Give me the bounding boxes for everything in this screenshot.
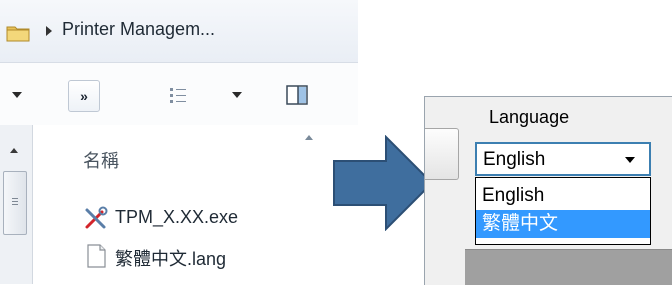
grip-line [12,204,18,205]
file-list: 名稱 TPM_X.XX.exe 繁體中文.lang [33,125,358,284]
side-button[interactable] [425,128,459,180]
content-panel [465,249,672,285]
chevron-down-icon[interactable] [625,157,635,163]
scrollbar-thumb[interactable] [3,171,27,235]
column-header-name[interactable]: 名稱 [83,147,119,173]
language-dialog: Language English English 繁體中文 [424,96,672,285]
language-select[interactable]: English [475,142,651,176]
navigation-scrollbar[interactable] [0,125,33,284]
language-label: Language [489,107,570,127]
breadcrumb-arrow-icon[interactable] [46,26,52,36]
scroll-up-icon[interactable] [10,148,18,153]
tools-exe-icon [85,206,108,229]
grip-line [12,198,18,199]
view-details-icon[interactable] [168,86,190,106]
file-name[interactable]: 繁體中文.lang [115,245,226,271]
folder-icon [6,26,30,42]
language-select-value: English [483,149,546,170]
grip-line [12,201,18,202]
sort-ascending-icon [305,135,313,140]
document-icon [87,244,106,268]
more-commands-button[interactable]: » [68,80,100,112]
file-name[interactable]: TPM_X.XX.exe [115,207,238,228]
language-option-traditional-chinese[interactable]: 繁體中文 [476,210,650,238]
breadcrumb-current[interactable]: Printer Managem... [62,19,215,40]
language-option-english[interactable]: English [476,182,650,210]
address-bar[interactable]: Printer Managem... [0,0,358,63]
explorer-window: Printer Managem... » 名稱 TPM_X.XX.exe 繁體中… [0,0,358,284]
view-options-dropdown-icon[interactable] [232,92,242,98]
language-dropdown-list: English 繁體中文 [475,177,651,245]
toolbar: » [0,63,358,126]
right-arrow-icon [333,135,434,231]
preview-pane-icon[interactable] [286,85,308,105]
dropdown-arrow-icon[interactable] [12,92,22,98]
